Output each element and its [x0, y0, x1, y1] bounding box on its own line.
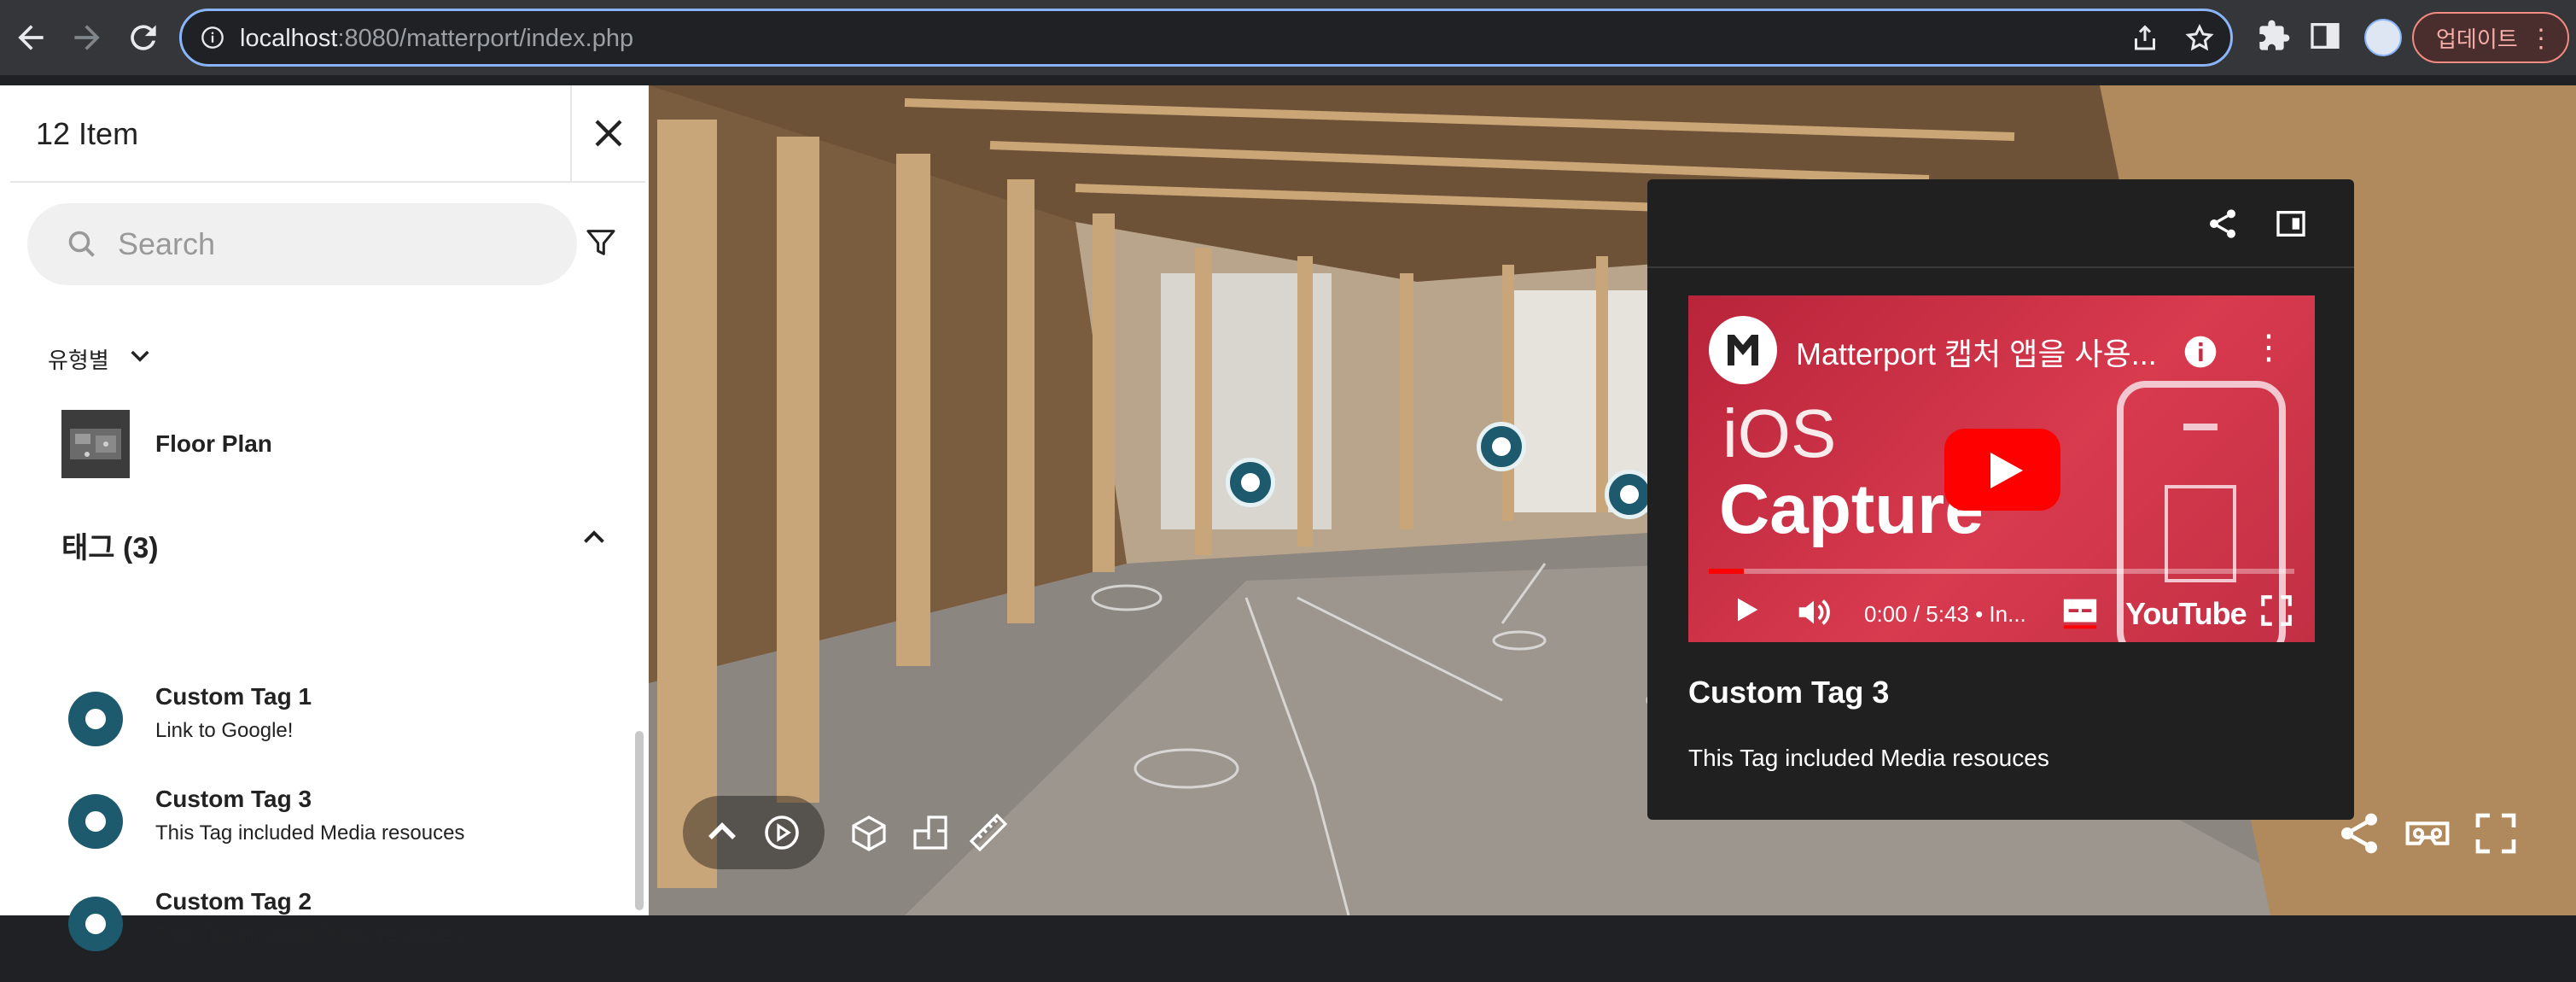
- vr-headset-icon[interactable]: [2404, 810, 2451, 857]
- update-button[interactable]: 업데이트 ⋮: [2412, 12, 2569, 63]
- tag-description: This Tag included Photo resouces: [155, 924, 463, 947]
- chevron-up-icon[interactable]: [579, 523, 609, 553]
- update-button-label: 업데이트: [2436, 26, 2518, 52]
- fullscreen-icon[interactable]: [2472, 810, 2520, 857]
- sidebar-header: 12 Item: [10, 85, 645, 183]
- back-arrow-icon[interactable]: [12, 19, 50, 56]
- tags-section-heading[interactable]: 태그 (3): [61, 524, 159, 566]
- video-title[interactable]: Matterport 캡처 앱을 사용...: [1796, 330, 2157, 374]
- channel-logo[interactable]: [1709, 316, 1777, 384]
- url-text: localhost:8080/matterport/index.php: [240, 25, 634, 52]
- browser-toolbar: localhost:8080/matterport/index.php 업데이트…: [0, 0, 2576, 75]
- view-toolbar: [683, 796, 1008, 869]
- sidebar-scrollbar[interactable]: [635, 731, 644, 910]
- close-icon: [595, 120, 622, 147]
- tag-pin-icon[interactable]: [1226, 458, 1275, 507]
- side-panel-icon[interactable]: [2308, 19, 2342, 53]
- subtitles-icon[interactable]: [2060, 593, 2100, 632]
- more-menu-icon[interactable]: ⋮: [2528, 24, 2554, 54]
- star-icon[interactable]: [2184, 23, 2215, 54]
- info-icon[interactable]: [2182, 333, 2219, 371]
- search-input[interactable]: [116, 222, 543, 266]
- youtube-logo[interactable]: YouTube: [2125, 596, 2247, 632]
- extensions-icon[interactable]: [2257, 19, 2291, 53]
- chevron-up-icon[interactable]: [702, 812, 743, 853]
- sidebar-title: 12 Item: [36, 116, 139, 151]
- profile-avatar[interactable]: [2364, 19, 2402, 56]
- fullscreen-icon[interactable]: [2258, 593, 2294, 628]
- video-more-icon[interactable]: ⋮: [2252, 328, 2286, 367]
- floorplan-icon[interactable]: [910, 812, 951, 853]
- play-tour-icon[interactable]: [761, 812, 802, 853]
- tag-marker-icon: [68, 897, 123, 951]
- chevron-down-icon[interactable]: [126, 342, 154, 369]
- floor-plan-label: Floor Plan: [155, 430, 272, 457]
- tag-description: Link to Google!: [155, 719, 294, 742]
- share-icon[interactable]: [2206, 207, 2240, 241]
- tag-pin-icon[interactable]: [1477, 422, 1526, 471]
- tag-list-item[interactable]: Custom Tag 1 Link to Google!: [61, 683, 608, 777]
- share-icon[interactable]: [2130, 23, 2160, 54]
- page-viewport: 12 Item 유형별: [0, 85, 2576, 951]
- popup-tag-description: This Tag included Media resouces: [1688, 745, 2049, 771]
- info-icon[interactable]: [201, 26, 224, 50]
- search-icon: [68, 231, 95, 257]
- tag-popup: Matterport 캡처 앱을 사용... ⋮ iOS Capture 0:0…: [1647, 179, 2354, 820]
- video-time: 0:00 / 5:43 • In...: [1864, 601, 2026, 627]
- tag-title: Custom Tag 2: [155, 888, 312, 915]
- search-box: [27, 203, 577, 285]
- youtube-play-button[interactable]: [1944, 429, 2060, 511]
- close-button[interactable]: [570, 85, 645, 183]
- volume-icon[interactable]: [1794, 593, 1833, 632]
- video-progress-bar[interactable]: [1709, 569, 2294, 574]
- dock-panel-icon[interactable]: [2274, 207, 2308, 241]
- floor-plan-item[interactable]: Floor Plan: [61, 410, 608, 478]
- tag-title: Custom Tag 3: [155, 786, 312, 812]
- matterport-3d-view[interactable]: Matterport 캡처 앱을 사용... ⋮ iOS Capture 0:0…: [649, 85, 2576, 915]
- reload-icon[interactable]: [125, 19, 162, 56]
- youtube-video-embed[interactable]: Matterport 캡처 앱을 사용... ⋮ iOS Capture 0:0…: [1688, 295, 2315, 642]
- tag-marker-icon: [68, 692, 123, 746]
- video-thumb-text-ios: iOS: [1722, 395, 1837, 471]
- tag-list-item[interactable]: Custom Tag 2 This Tag included Photo res…: [61, 888, 608, 982]
- address-bar[interactable]: localhost:8080/matterport/index.php: [179, 9, 2233, 67]
- filter-icon[interactable]: [584, 225, 618, 260]
- measure-ruler-icon[interactable]: [968, 812, 1009, 853]
- popup-tag-title: Custom Tag 3: [1688, 675, 1890, 710]
- item-sidebar: 12 Item 유형별: [10, 85, 645, 951]
- tag-list-item[interactable]: Custom Tag 3 This Tag included Media res…: [61, 786, 608, 880]
- popup-header: [1647, 179, 2354, 268]
- dollhouse-icon[interactable]: [848, 812, 889, 853]
- play-icon[interactable]: [1729, 593, 1763, 627]
- tag-title: Custom Tag 1: [155, 683, 312, 710]
- floor-plan-thumbnail: [61, 410, 130, 478]
- forward-arrow-icon[interactable]: [68, 19, 106, 56]
- tag-description: This Tag included Media resouces: [155, 821, 465, 845]
- group-by-type-label[interactable]: 유형별: [48, 343, 109, 375]
- tag-marker-icon: [68, 794, 123, 849]
